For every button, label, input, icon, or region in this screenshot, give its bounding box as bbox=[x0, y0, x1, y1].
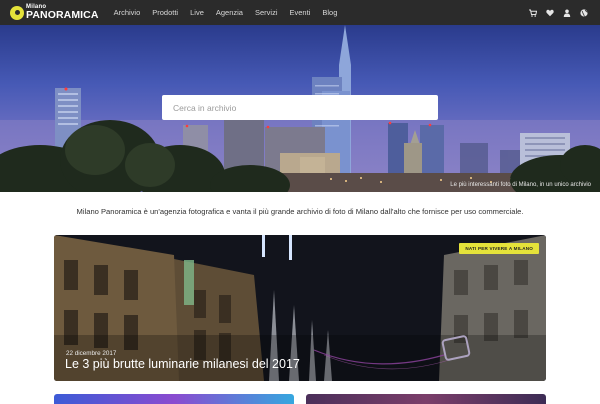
nav-item-blog[interactable]: Blog bbox=[316, 0, 343, 25]
top-navigation-bar: Milano PANORAMICA Archivio Prodotti Live… bbox=[0, 0, 600, 25]
archive-search-input[interactable] bbox=[162, 95, 438, 120]
main-nav: Archivio Prodotti Live Agenzia Servizi E… bbox=[108, 0, 344, 25]
logo-text: Milano PANORAMICA bbox=[26, 4, 99, 21]
nav-item-agenzia[interactable]: Agenzia bbox=[210, 0, 249, 25]
article-date: 22 dicembre 2017 bbox=[66, 350, 117, 357]
nav-item-prodotti[interactable]: Prodotti bbox=[146, 0, 184, 25]
nav-item-live[interactable]: Live bbox=[184, 0, 210, 25]
nav-icons bbox=[529, 0, 588, 25]
nav-item-servizi[interactable]: Servizi bbox=[249, 0, 284, 25]
user-icon[interactable] bbox=[563, 9, 571, 17]
globe-icon[interactable] bbox=[580, 8, 588, 17]
heart-icon[interactable] bbox=[546, 9, 554, 17]
nav-item-eventi[interactable]: Eventi bbox=[284, 0, 317, 25]
cart-icon[interactable] bbox=[529, 9, 537, 17]
logo-mark-icon bbox=[10, 5, 24, 20]
hero-caption: Le più interessanti foto di Milano, in u… bbox=[450, 182, 591, 188]
logo-big-text: PANORAMICA bbox=[26, 9, 99, 22]
site-logo[interactable]: Milano PANORAMICA bbox=[10, 0, 99, 25]
category-badge[interactable]: NATI PER VIVERE A MILANO bbox=[459, 243, 539, 254]
article-title[interactable]: Le 3 più brutte luminarie milanesi del 2… bbox=[65, 357, 300, 371]
agency-intro-text: Milano Panoramica è un'agenzia fotografi… bbox=[76, 207, 524, 216]
nav-item-archivio[interactable]: Archivio bbox=[108, 0, 147, 25]
hero-banner: Le più interessanti foto di Milano, in u… bbox=[0, 25, 600, 192]
featured-article-card[interactable]: NATI PER VIVERE A MILANO 22 dicembre 201… bbox=[54, 235, 546, 381]
article-card-3[interactable] bbox=[306, 394, 546, 404]
article-card-2[interactable] bbox=[54, 394, 294, 404]
